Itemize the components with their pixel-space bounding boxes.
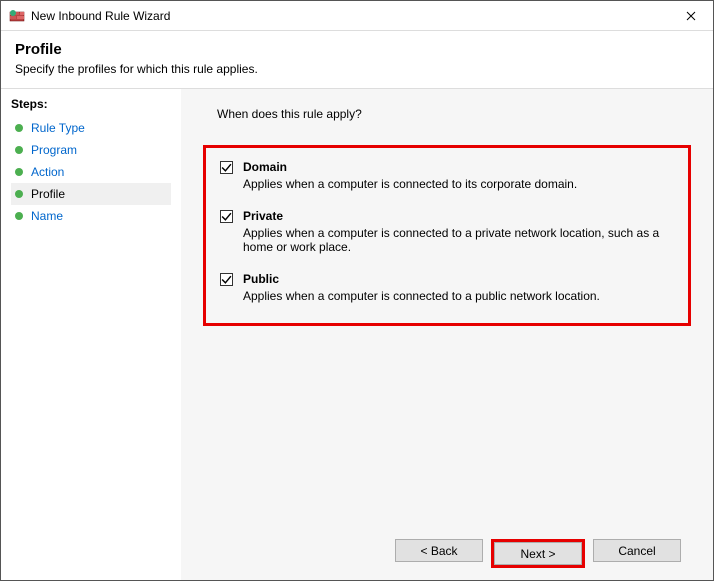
profiles-highlight-box: Domain Applies when a computer is connec… <box>203 145 691 326</box>
step-rule-type[interactable]: Rule Type <box>11 117 171 139</box>
profile-public: Public Applies when a computer is connec… <box>220 272 674 303</box>
profile-public-label: Public <box>243 272 279 286</box>
next-button[interactable]: Next > <box>494 542 582 565</box>
checkbox-domain[interactable] <box>220 161 233 174</box>
titlebar: New Inbound Rule Wizard <box>1 1 713 31</box>
check-icon <box>221 162 232 173</box>
step-profile[interactable]: Profile <box>11 183 171 205</box>
bullet-icon <box>15 212 23 220</box>
step-label: Action <box>31 165 64 179</box>
main-panel: When does this rule apply? Domain Applie… <box>181 89 713 580</box>
step-label: Profile <box>31 187 65 201</box>
bullet-icon <box>15 168 23 176</box>
close-button[interactable] <box>668 1 713 31</box>
profile-private-desc: Applies when a computer is connected to … <box>243 226 673 254</box>
back-button[interactable]: < Back <box>395 539 483 562</box>
question-text: When does this rule apply? <box>217 107 691 121</box>
check-icon <box>221 211 232 222</box>
page-title: Profile <box>15 41 699 58</box>
steps-sidebar: Steps: Rule Type Program Action Profile … <box>1 89 181 580</box>
step-program[interactable]: Program <box>11 139 171 161</box>
footer-buttons: < Back Next > Cancel <box>203 527 691 580</box>
step-label: Rule Type <box>31 121 85 135</box>
next-highlight: Next > <box>491 539 585 568</box>
profile-domain: Domain Applies when a computer is connec… <box>220 160 674 191</box>
profile-private-label: Private <box>243 209 283 223</box>
step-action[interactable]: Action <box>11 161 171 183</box>
bullet-icon <box>15 124 23 132</box>
firewall-icon <box>9 8 25 24</box>
checkbox-public[interactable] <box>220 273 233 286</box>
checkbox-private[interactable] <box>220 210 233 223</box>
bullet-icon <box>15 146 23 154</box>
bullet-icon <box>15 190 23 198</box>
step-name[interactable]: Name <box>11 205 171 227</box>
profile-domain-desc: Applies when a computer is connected to … <box>243 177 673 191</box>
close-icon <box>686 11 696 21</box>
check-icon <box>221 274 232 285</box>
profile-public-desc: Applies when a computer is connected to … <box>243 289 673 303</box>
step-label: Program <box>31 143 77 157</box>
profile-private: Private Applies when a computer is conne… <box>220 209 674 254</box>
cancel-button[interactable]: Cancel <box>593 539 681 562</box>
profile-domain-label: Domain <box>243 160 287 174</box>
header: Profile Specify the profiles for which t… <box>1 31 713 88</box>
window-title: New Inbound Rule Wizard <box>31 9 170 23</box>
wizard-window: New Inbound Rule Wizard Profile Specify … <box>0 0 714 581</box>
body: Steps: Rule Type Program Action Profile … <box>1 88 713 580</box>
step-label: Name <box>31 209 63 223</box>
page-subtitle: Specify the profiles for which this rule… <box>15 62 699 76</box>
steps-title: Steps: <box>11 97 171 111</box>
